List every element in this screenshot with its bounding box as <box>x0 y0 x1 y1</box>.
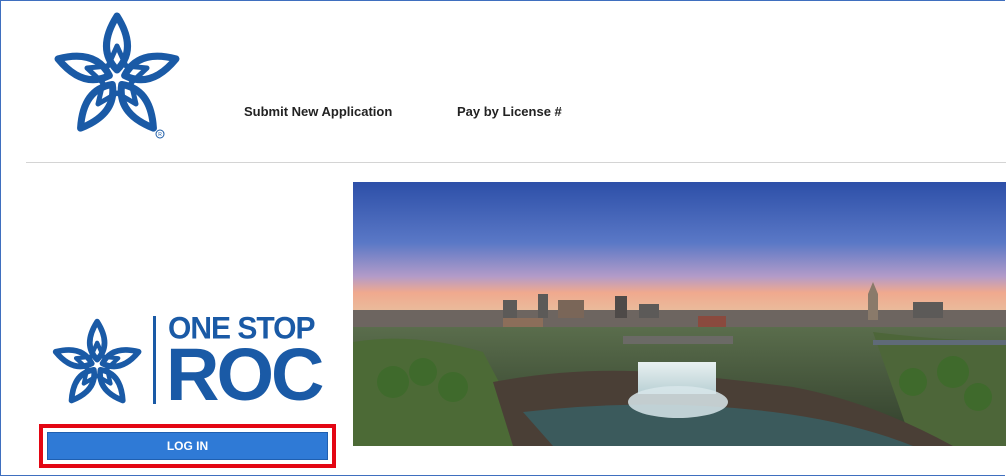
login-highlight: LOG IN <box>39 424 336 468</box>
brand-separator <box>153 316 156 404</box>
svg-text:R: R <box>158 132 162 138</box>
city-skyline-waterfall-photo <box>353 182 1006 446</box>
city-star-logo-icon[interactable]: R <box>50 8 185 143</box>
header-divider <box>26 162 1006 163</box>
city-star-logo-icon <box>52 318 142 404</box>
nav-pay-by-license[interactable]: Pay by License # <box>457 104 562 119</box>
login-button[interactable]: LOG IN <box>47 432 328 460</box>
brand-text-roc: ROC <box>166 333 324 416</box>
nav-submit-new-application[interactable]: Submit New Application <box>244 104 392 119</box>
one-stop-roc-logo: ONE STOP ROC <box>50 312 335 412</box>
